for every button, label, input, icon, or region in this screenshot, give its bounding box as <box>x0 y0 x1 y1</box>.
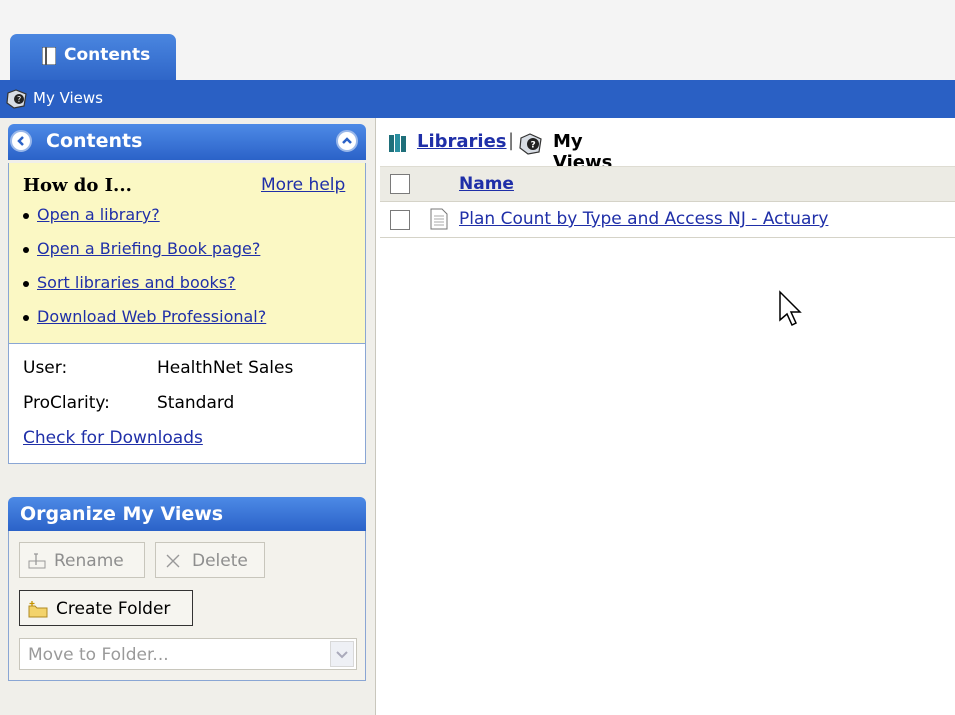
chevron-down-icon[interactable] <box>330 641 354 667</box>
organize-panel-title: Organize My Views <box>20 503 224 525</box>
libraries-icon <box>388 133 410 153</box>
document-icon <box>430 208 448 230</box>
collapse-icon[interactable] <box>336 130 358 152</box>
contents-panel-header: Contents <box>8 124 366 160</box>
location-label: My Views <box>33 89 103 107</box>
row-checkbox[interactable] <box>390 210 410 230</box>
my-views-icon: ? <box>519 133 543 155</box>
organize-box: Rename Delete Create Folder Move to Fold… <box>8 531 366 681</box>
user-label: User: <box>23 358 68 378</box>
my-views-icon: ? <box>6 89 28 109</box>
tab-label: Contents <box>64 45 151 65</box>
help-link-open-library[interactable]: Open a library? <box>37 205 160 224</box>
book-icon <box>41 46 57 66</box>
delete-icon <box>164 552 182 570</box>
proclarity-label: ProClarity: <box>23 393 110 413</box>
location-bar: ? My Views <box>0 80 955 118</box>
rename-button[interactable]: Rename <box>19 542 145 578</box>
move-to-folder-select[interactable]: Move to Folder... <box>19 638 357 670</box>
help-link-sort[interactable]: Sort libraries and books? <box>37 273 236 292</box>
create-folder-button[interactable]: Create Folder <box>19 590 193 626</box>
user-info-box: User: HealthNet Sales ProClarity: Standa… <box>8 343 366 464</box>
new-folder-icon <box>28 600 48 618</box>
row-name-link[interactable]: Plan Count by Type and Access NJ - Actua… <box>459 209 828 229</box>
organize-panel-header: Organize My Views <box>8 497 366 531</box>
delete-label: Delete <box>192 551 248 571</box>
breadcrumb-separator: | <box>508 130 515 151</box>
svg-text:?: ? <box>531 141 536 151</box>
contents-panel-title: Contents <box>46 130 143 152</box>
table-row: Plan Count by Type and Access NJ - Actua… <box>380 202 955 238</box>
name-column-header[interactable]: Name <box>459 174 514 194</box>
create-folder-label: Create Folder <box>56 599 171 619</box>
back-icon[interactable] <box>10 130 32 152</box>
svg-text:?: ? <box>17 95 21 104</box>
libraries-link[interactable]: Libraries <box>417 131 507 152</box>
help-item: Download Web Professional? <box>23 307 266 326</box>
user-value: HealthNet Sales <box>157 358 294 378</box>
help-item: Open a Briefing Book page? <box>23 239 260 258</box>
tab-contents[interactable]: Contents <box>10 34 176 80</box>
move-to-folder-value: Move to Folder... <box>28 645 169 665</box>
mouse-cursor-icon <box>778 290 804 328</box>
more-help-link[interactable]: More help <box>261 175 345 195</box>
help-item: Sort libraries and books? <box>23 273 236 292</box>
rename-icon <box>28 552 46 570</box>
help-item: Open a library? <box>23 205 160 224</box>
proclarity-value: Standard <box>157 393 235 413</box>
check-downloads-link[interactable]: Check for Downloads <box>23 428 203 448</box>
how-do-i-title: How do I... <box>23 175 132 196</box>
select-all-checkbox[interactable] <box>390 174 410 194</box>
how-do-i-box: How do I... More help Open a library? Op… <box>8 163 366 343</box>
help-link-download[interactable]: Download Web Professional? <box>37 307 266 326</box>
help-link-open-briefing-book[interactable]: Open a Briefing Book page? <box>37 239 260 258</box>
rename-label: Rename <box>54 551 124 571</box>
table-header: Name <box>380 166 955 202</box>
tab-strip: Contents <box>0 0 955 80</box>
delete-button[interactable]: Delete <box>155 542 265 578</box>
